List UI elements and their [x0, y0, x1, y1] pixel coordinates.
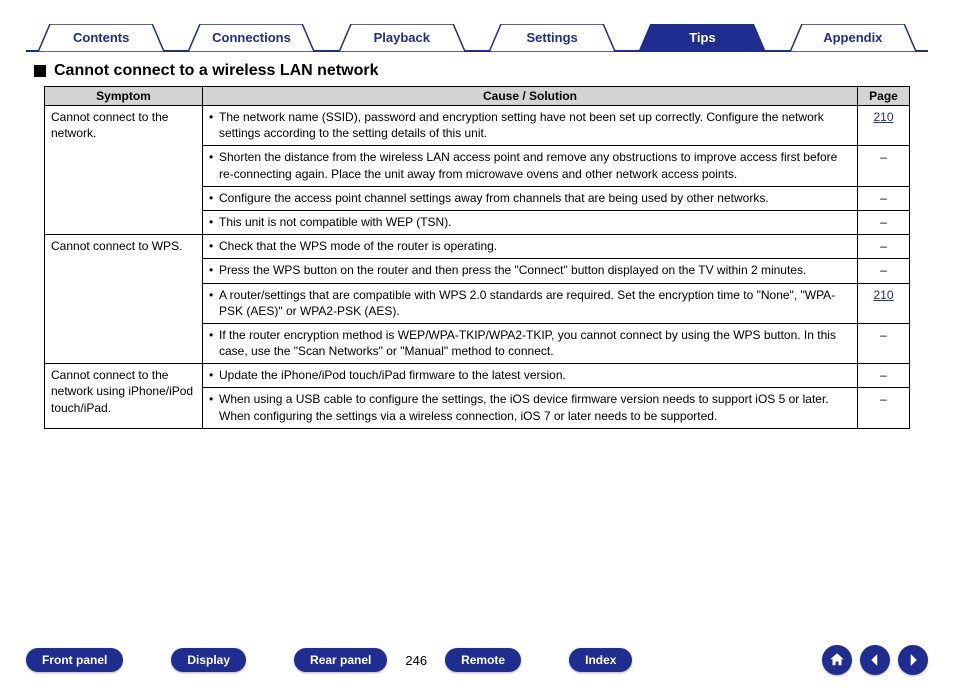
- table-row: Cannot connect to the network.The networ…: [45, 106, 910, 146]
- nav-index[interactable]: Index: [569, 648, 632, 672]
- cause-cell: This unit is not compatible with WEP (TS…: [203, 210, 858, 234]
- page-cell: –: [858, 210, 910, 234]
- bullet-icon: [209, 214, 219, 230]
- table-row: Cannot connect to WPS.Check that the WPS…: [45, 235, 910, 259]
- bullet-icon: [209, 287, 219, 319]
- next-arrow-icon[interactable]: [898, 645, 928, 675]
- cause-text: The network name (SSID), password and en…: [219, 109, 851, 141]
- section-heading: Cannot connect to a wireless LAN network: [34, 62, 928, 80]
- symptom-cell: Cannot connect to the network.: [45, 106, 203, 235]
- cause-text: When using a USB cable to configure the …: [219, 391, 851, 423]
- tab-playback[interactable]: Playback: [327, 24, 477, 50]
- page-cell: –: [858, 323, 910, 363]
- cause-cell: When using a USB cable to configure the …: [203, 388, 858, 428]
- nav-front-panel[interactable]: Front panel: [26, 648, 123, 672]
- bullet-icon: [209, 149, 219, 181]
- nav-icons: [822, 645, 928, 675]
- cause-text: Update the iPhone/iPod touch/iPad firmwa…: [219, 367, 851, 383]
- page-cell: –: [858, 364, 910, 388]
- cause-text: This unit is not compatible with WEP (TS…: [219, 214, 851, 230]
- col-header-page: Page: [858, 87, 910, 106]
- nav-rear-panel[interactable]: Rear panel: [294, 648, 387, 672]
- prev-arrow-icon[interactable]: [860, 645, 890, 675]
- nav-display[interactable]: Display: [171, 648, 246, 672]
- page-link[interactable]: 210: [873, 110, 893, 124]
- page-link[interactable]: 210: [873, 288, 893, 302]
- symptom-cell: Cannot connect to WPS.: [45, 235, 203, 364]
- tab-label: Appendix: [778, 24, 928, 50]
- table-row: Cannot connect to the network using iPho…: [45, 364, 910, 388]
- page-number: 246: [405, 653, 427, 668]
- page-cell: –: [858, 388, 910, 428]
- cause-text: A router/settings that are compatible wi…: [219, 287, 851, 319]
- cause-cell: Press the WPS button on the router and t…: [203, 259, 858, 283]
- symptom-cell: Cannot connect to the network using iPho…: [45, 364, 203, 429]
- home-icon[interactable]: [822, 645, 852, 675]
- cause-text: Shorten the distance from the wireless L…: [219, 149, 851, 181]
- cause-text: If the router encryption method is WEP/W…: [219, 327, 851, 359]
- bullet-icon: [209, 367, 219, 383]
- square-bullet-icon: [34, 65, 46, 77]
- tab-settings[interactable]: Settings: [477, 24, 627, 50]
- tab-tips[interactable]: Tips: [627, 24, 777, 50]
- cause-text: Press the WPS button on the router and t…: [219, 262, 851, 278]
- tab-label: Contents: [26, 24, 176, 50]
- tab-appendix[interactable]: Appendix: [778, 24, 928, 50]
- tab-connections[interactable]: Connections: [176, 24, 326, 50]
- cause-cell: Shorten the distance from the wireless L…: [203, 146, 858, 186]
- bullet-icon: [209, 391, 219, 423]
- cause-cell: Configure the access point channel setti…: [203, 186, 858, 210]
- bottom-bar: Front panel Display Rear panel 246 Remot…: [0, 645, 954, 675]
- section-title: Cannot connect to a wireless LAN network: [54, 62, 379, 80]
- bullet-icon: [209, 238, 219, 254]
- page-cell: –: [858, 186, 910, 210]
- troubleshoot-table: Symptom Cause / Solution Page Cannot con…: [44, 86, 910, 429]
- bullet-icon: [209, 327, 219, 359]
- tab-contents[interactable]: Contents: [26, 24, 176, 50]
- cause-cell: If the router encryption method is WEP/W…: [203, 323, 858, 363]
- cause-cell: A router/settings that are compatible wi…: [203, 283, 858, 323]
- cause-text: Check that the WPS mode of the router is…: [219, 238, 851, 254]
- tab-label: Settings: [477, 24, 627, 50]
- bullet-icon: [209, 262, 219, 278]
- cause-cell: Check that the WPS mode of the router is…: [203, 235, 858, 259]
- cause-cell: The network name (SSID), password and en…: [203, 106, 858, 146]
- page-cell: –: [858, 146, 910, 186]
- cause-cell: Update the iPhone/iPod touch/iPad firmwa…: [203, 364, 858, 388]
- tab-label: Tips: [627, 24, 777, 50]
- page-cell: 210: [858, 283, 910, 323]
- page-cell: 210: [858, 106, 910, 146]
- page-cell: –: [858, 259, 910, 283]
- col-header-symptom: Symptom: [45, 87, 203, 106]
- bullet-icon: [209, 190, 219, 206]
- tab-label: Playback: [327, 24, 477, 50]
- bullet-icon: [209, 109, 219, 141]
- page-cell: –: [858, 235, 910, 259]
- tab-label: Connections: [176, 24, 326, 50]
- cause-text: Configure the access point channel setti…: [219, 190, 851, 206]
- top-tab-bar: Contents Connections Playback Settings T…: [26, 24, 928, 52]
- nav-remote[interactable]: Remote: [445, 648, 521, 672]
- col-header-cause: Cause / Solution: [203, 87, 858, 106]
